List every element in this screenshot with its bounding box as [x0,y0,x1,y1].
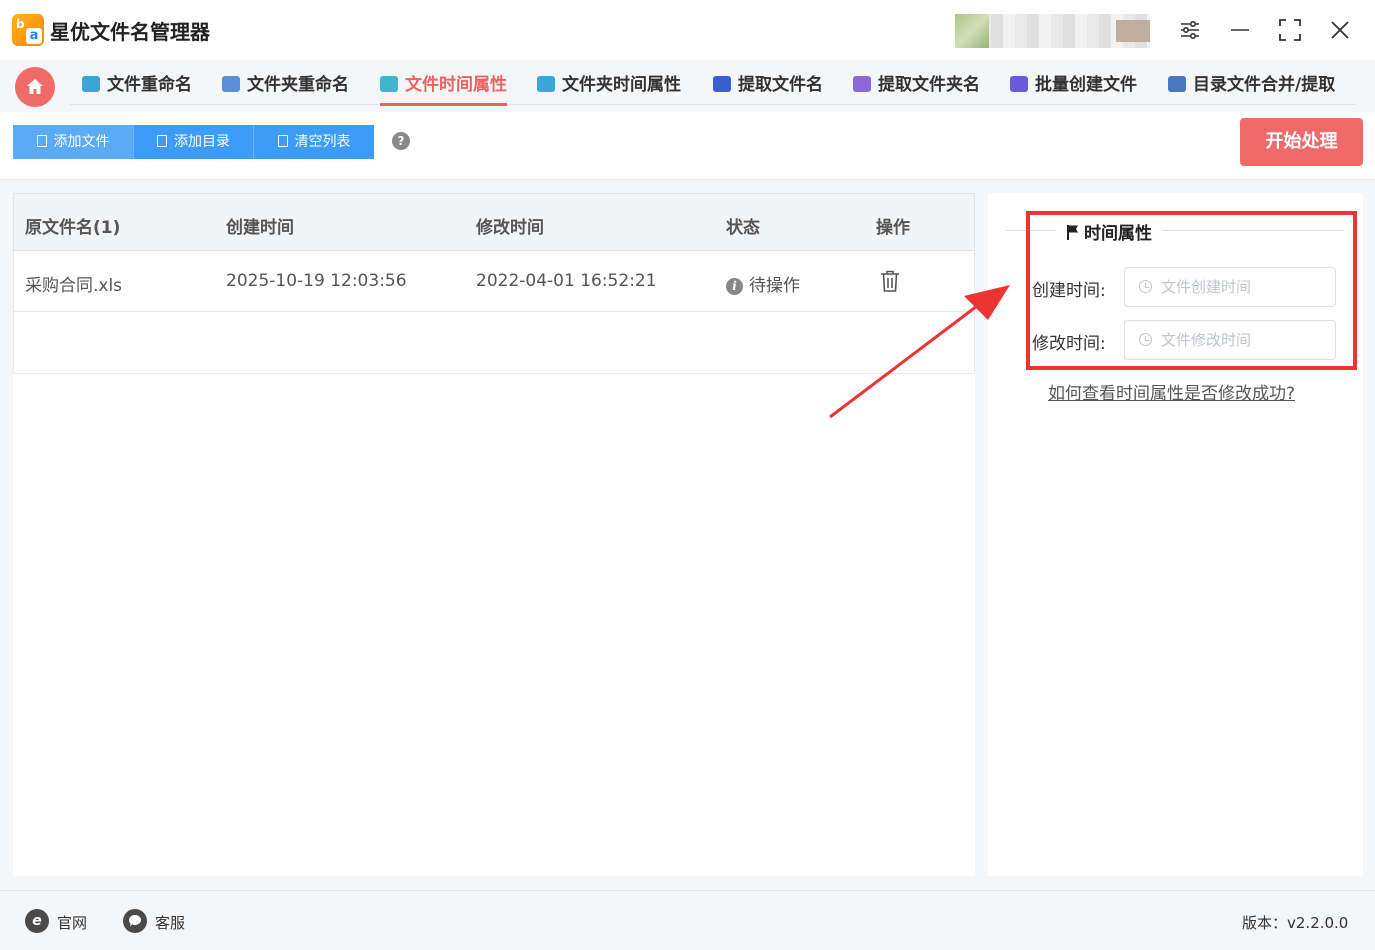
version-text: 版本：v2.2.0.0 [1242,914,1349,932]
annotation-arrow [829,285,1010,419]
website-link[interactable]: 官网 [57,912,87,933]
chat-icon[interactable] [123,909,147,933]
footer: e 官网 客服 版本：v2.2.0.0 [0,890,1375,950]
website-icon[interactable]: e [25,909,49,933]
support-link[interactable]: 客服 [155,912,185,933]
